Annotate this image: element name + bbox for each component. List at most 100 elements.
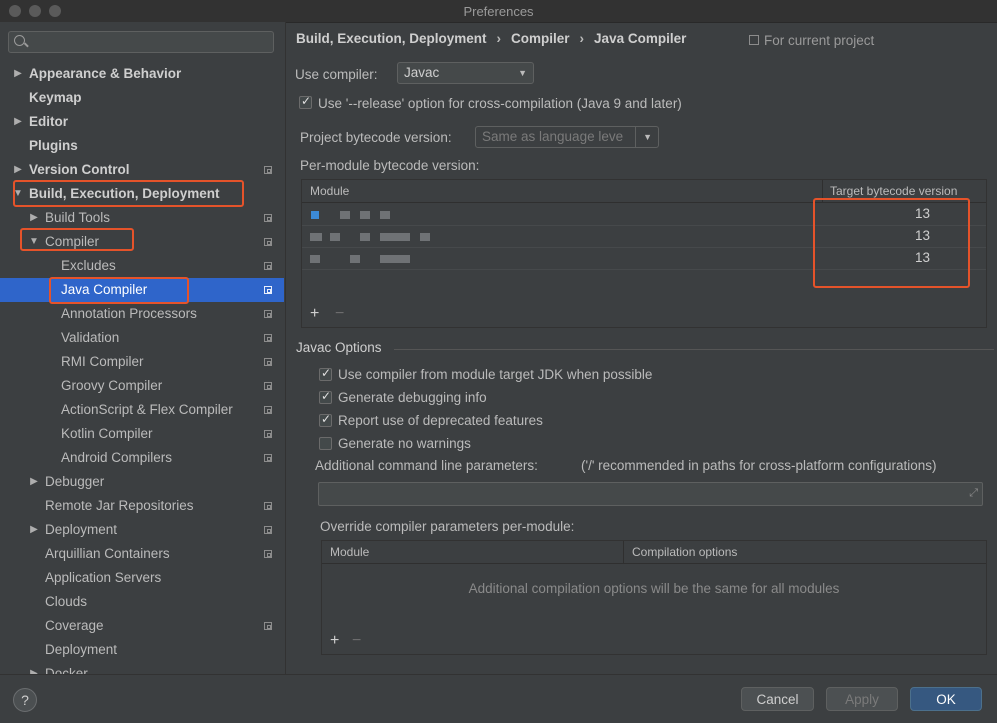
sidebar-item-label: Build Tools	[45, 210, 111, 225]
project-scope-icon	[264, 526, 272, 534]
breadcrumb: Build, Execution, Deployment › Compiler › Ja…	[296, 31, 686, 46]
breadcrumb-item[interactable]: Build, Execution, Deployment	[296, 31, 487, 46]
project-scope-icon	[264, 550, 272, 558]
sidebar-item-validation[interactable]: Validation	[0, 326, 284, 350]
expand-arrow-icon[interactable]: ▶	[13, 110, 23, 134]
sidebar-item-build-tools[interactable]: ▶ Build Tools	[0, 206, 284, 230]
chevron-down-icon: ▼	[518, 68, 527, 78]
remove-icon[interactable]: −	[335, 305, 344, 323]
sidebar-item-groovy-compiler[interactable]: Groovy Compiler	[0, 374, 284, 398]
apply-button[interactable]: Apply	[826, 687, 898, 711]
sidebar-item-deployment-2[interactable]: Deployment	[0, 638, 284, 662]
sidebar-item-android-compilers[interactable]: Android Compilers	[0, 446, 284, 470]
project-scope-icon	[264, 358, 272, 366]
project-bytecode-dropdown[interactable]: Same as language leve ▼	[475, 126, 659, 148]
use-compiler-dropdown[interactable]: Javac ▼	[397, 62, 534, 84]
column-header-options[interactable]: Compilation options	[632, 545, 737, 559]
use-compiler-value: Javac	[404, 65, 440, 80]
sidebar-item-actionscript-flex-compiler[interactable]: ActionScript & Flex Compiler	[0, 398, 284, 422]
sidebar-item-annotation-processors[interactable]: Annotation Processors	[0, 302, 284, 326]
scope-label: For current project	[764, 33, 875, 48]
column-header-target[interactable]: Target bytecode version	[830, 184, 957, 198]
highlight-box	[20, 228, 134, 251]
cancel-button[interactable]: Cancel	[741, 687, 814, 711]
additional-params-input[interactable]: ⤢	[318, 482, 983, 506]
additional-params-hint: ('/' recommended in paths for cross-plat…	[581, 458, 937, 473]
sidebar-item-keymap[interactable]: Keymap	[0, 86, 284, 110]
java-compiler-panel: Build, Execution, Deployment › Compiler › Ja…	[286, 22, 997, 674]
search-field[interactable]	[8, 31, 274, 53]
sidebar-item-deployment[interactable]: ▶ Deployment	[0, 518, 284, 542]
sidebar-item-arquillian-containers[interactable]: Arquillian Containers	[0, 542, 284, 566]
sidebar-item-editor[interactable]: ▶ Editor	[0, 110, 284, 134]
release-option-label: Use '--release' option for cross-compila…	[318, 96, 682, 111]
project-scope-icon	[264, 406, 272, 414]
sidebar-item-label: Annotation Processors	[61, 306, 197, 321]
sidebar-item-label: ActionScript & Flex Compiler	[61, 402, 233, 417]
project-scope-icon	[749, 35, 759, 45]
breadcrumb-item[interactable]: Compiler	[511, 31, 570, 46]
sidebar-item-remote-jar-repositories[interactable]: Remote Jar Repositories	[0, 494, 284, 518]
expand-arrow-icon[interactable]: ▶	[29, 662, 39, 674]
override-label: Override compiler parameters per-module:	[320, 519, 575, 534]
sidebar-item-label: Groovy Compiler	[61, 378, 163, 393]
expand-arrow-icon[interactable]: ▶	[29, 518, 39, 542]
sidebar-item-label: Excludes	[61, 258, 116, 273]
sidebar-item-rmi-compiler[interactable]: RMI Compiler	[0, 350, 284, 374]
sidebar-item-label: Deployment	[45, 522, 118, 537]
dialog-button-bar: ? Cancel Apply OK	[0, 674, 997, 723]
sidebar-item-label: Clouds	[45, 594, 88, 609]
add-icon[interactable]: +	[330, 632, 339, 650]
project-scope-icon	[264, 238, 272, 246]
option-label: Use compiler from module target JDK when…	[338, 367, 653, 382]
sidebar-item-version-control[interactable]: ▶ Version Control	[0, 158, 284, 182]
sidebar-item-label: Coverage	[45, 618, 104, 633]
sidebar-item-excludes[interactable]: Excludes	[0, 254, 284, 278]
project-bytecode-label: Project bytecode version:	[300, 130, 452, 145]
sidebar-item-clouds[interactable]: Clouds	[0, 590, 284, 614]
expand-arrow-icon[interactable]: ▶	[29, 206, 39, 230]
project-scope-icon	[264, 166, 272, 174]
remove-icon[interactable]: −	[352, 632, 361, 650]
expand-arrow-icon[interactable]: ▶	[29, 470, 39, 494]
sidebar-item-plugins[interactable]: Plugins	[0, 134, 284, 158]
sidebar-item-label: Validation	[61, 330, 120, 345]
expand-icon[interactable]: ⤢	[969, 487, 978, 500]
sidebar-item-application-servers[interactable]: Application Servers	[0, 566, 284, 590]
expand-arrow-icon[interactable]: ▶	[13, 158, 23, 182]
sidebar-item-label: Arquillian Containers	[45, 546, 170, 561]
sidebar-item-coverage[interactable]: Coverage	[0, 614, 284, 638]
breadcrumb-separator: ›	[496, 31, 502, 46]
ok-button[interactable]: OK	[910, 687, 982, 711]
sidebar-item-label: Deployment	[45, 642, 118, 657]
option-checkbox[interactable]	[319, 389, 332, 404]
option-checkbox[interactable]	[319, 412, 332, 427]
help-button[interactable]: ?	[13, 688, 37, 712]
column-header-module[interactable]: Module	[330, 545, 369, 559]
option-checkbox[interactable]	[319, 366, 332, 381]
expand-arrow-icon[interactable]: ▶	[13, 62, 23, 86]
project-scope-icon	[264, 430, 272, 438]
sidebar-item-docker[interactable]: ▶ Docker	[0, 662, 284, 674]
table-toolbar: + −	[322, 630, 986, 654]
project-scope-icon	[264, 622, 272, 630]
project-scope-icon	[264, 454, 272, 462]
sidebar-item-label: Android Compilers	[61, 450, 173, 465]
project-scope-icon	[264, 502, 272, 510]
sidebar-item-debugger[interactable]: ▶ Debugger	[0, 470, 284, 494]
add-icon[interactable]: +	[310, 305, 319, 323]
empty-table-text: Additional compilation options will be t…	[468, 581, 840, 596]
column-header-module[interactable]: Module	[310, 184, 349, 198]
use-compiler-label: Use compiler:	[295, 67, 378, 82]
option-checkbox[interactable]	[319, 437, 332, 450]
sidebar-item-kotlin-compiler[interactable]: Kotlin Compiler	[0, 422, 284, 446]
sidebar-item-label: Docker	[45, 666, 88, 674]
highlight-box	[13, 180, 244, 207]
highlight-box	[49, 277, 189, 304]
per-module-label: Per-module bytecode version:	[300, 158, 480, 173]
release-option-checkbox[interactable]	[299, 94, 312, 109]
additional-params-label: Additional command line parameters:	[315, 458, 538, 473]
sidebar-item-label: Plugins	[29, 138, 78, 153]
sidebar-item-appearance-behavior[interactable]: ▶ Appearance & Behavior	[0, 62, 284, 86]
breadcrumb-item: Java Compiler	[594, 31, 687, 46]
